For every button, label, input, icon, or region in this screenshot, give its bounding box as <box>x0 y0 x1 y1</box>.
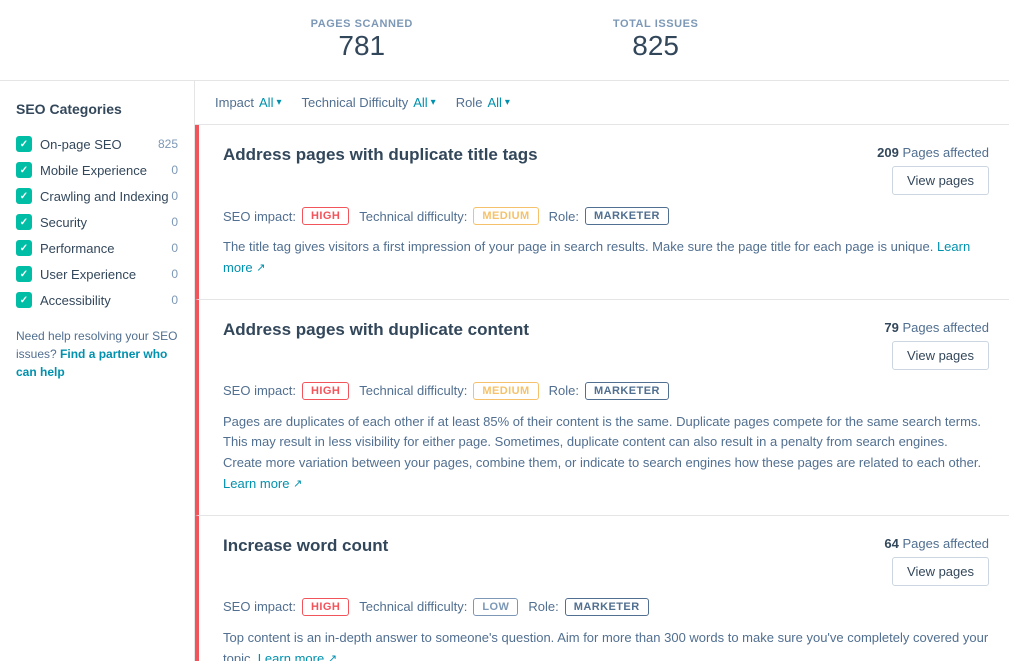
role-chevron-icon: ▾ <box>505 97 510 108</box>
seo-impact-badge-3: HIGH <box>302 598 349 616</box>
issue-description-word-count: Top content is an in-depth answer to som… <box>223 628 989 661</box>
issue-badges-duplicate-content: SEO impact: HIGH Technical difficulty: M… <box>223 382 989 400</box>
issue-meta-right-word-count: 64 Pages affected View pages <box>884 536 989 586</box>
sidebar-item-label-security: Security <box>40 215 87 230</box>
technical-difficulty-group-3: Technical difficulty: LOW <box>359 598 518 616</box>
role-group-2: Role: MARKETER <box>549 382 669 400</box>
external-link-icon-1: ↗ <box>256 262 265 274</box>
issue-meta-right-duplicate-content: 79 Pages affected View pages <box>884 320 989 370</box>
checkbox-icon-accessibility <box>16 292 32 308</box>
issue-title-duplicate-content: Address pages with duplicate content <box>223 320 529 340</box>
checkbox-icon-user-experience <box>16 266 32 282</box>
technical-difficulty-group-1: Technical difficulty: MEDIUM <box>359 207 538 225</box>
issue-badges-word-count: SEO impact: HIGH Technical difficulty: L… <box>223 598 989 616</box>
sidebar-item-crawling-indexing[interactable]: Crawling and Indexing 0 <box>16 183 178 209</box>
seo-impact-badge-2: HIGH <box>302 382 349 400</box>
sidebar-item-count-crawling-indexing: 0 <box>171 189 178 203</box>
sidebar-item-performance[interactable]: Performance 0 <box>16 235 178 261</box>
learn-more-link-2[interactable]: Learn more ↗ <box>223 476 302 491</box>
role-group-1: Role: MARKETER <box>549 207 669 225</box>
sidebar-help: Need help resolving your SEO issues? Fin… <box>16 327 178 381</box>
sidebar-item-user-experience[interactable]: User Experience 0 <box>16 261 178 287</box>
checkbox-icon-crawling-indexing <box>16 188 32 204</box>
role-filter-group: Role All ▾ <box>456 95 510 110</box>
sidebar-item-on-page-seo[interactable]: On-page SEO 825 <box>16 131 178 157</box>
sidebar-item-count-performance: 0 <box>171 241 178 255</box>
checkbox-icon-performance <box>16 240 32 256</box>
view-pages-button-duplicate-title-tags[interactable]: View pages <box>892 166 989 195</box>
view-pages-button-word-count[interactable]: View pages <box>892 557 989 586</box>
technical-difficulty-filter-label: Technical Difficulty <box>302 95 409 110</box>
sidebar-item-count-on-page-seo: 825 <box>158 137 178 151</box>
issue-title-duplicate-title-tags: Address pages with duplicate title tags <box>223 145 538 165</box>
role-filter-dropdown[interactable]: All ▾ <box>487 95 509 110</box>
sidebar-item-mobile-experience[interactable]: Mobile Experience 0 <box>16 157 178 183</box>
seo-impact-group-1: SEO impact: HIGH <box>223 207 349 225</box>
sidebar-item-accessibility[interactable]: Accessibility 0 <box>16 287 178 313</box>
pages-affected-duplicate-content: 79 Pages affected <box>884 320 989 335</box>
sidebar-item-security[interactable]: Security 0 <box>16 209 178 235</box>
sidebar-item-count-mobile-experience: 0 <box>171 163 178 177</box>
content-area: Impact All ▾ Technical Difficulty All ▾ … <box>195 81 1009 661</box>
role-badge-2: MARKETER <box>585 382 669 400</box>
role-badge-1: MARKETER <box>585 207 669 225</box>
impact-filter-label: Impact <box>215 95 254 110</box>
issue-meta-right-duplicate-title-tags: 209 Pages affected View pages <box>877 145 989 195</box>
sidebar: SEO Categories On-page SEO 825 Mobile Ex… <box>0 81 195 661</box>
checkbox-icon-mobile-experience <box>16 162 32 178</box>
issue-card-duplicate-title-tags: Address pages with duplicate title tags … <box>195 125 1009 300</box>
pages-scanned-value: 781 <box>311 30 413 62</box>
technical-difficulty-chevron-icon: ▾ <box>431 97 436 108</box>
technical-difficulty-filter-group: Technical Difficulty All ▾ <box>302 95 436 110</box>
sidebar-item-count-security: 0 <box>171 215 178 229</box>
issue-description-duplicate-title-tags: The title tag gives visitors a first imp… <box>223 237 989 279</box>
issue-card-duplicate-content: Address pages with duplicate content 79 … <box>195 300 1009 516</box>
filter-bar: Impact All ▾ Technical Difficulty All ▾ … <box>195 81 1009 125</box>
role-badge-3: MARKETER <box>565 598 649 616</box>
seo-impact-group-2: SEO impact: HIGH <box>223 382 349 400</box>
role-filter-label: Role <box>456 95 483 110</box>
pages-affected-duplicate-title-tags: 209 Pages affected <box>877 145 989 160</box>
issue-title-word-count: Increase word count <box>223 536 388 556</box>
sidebar-item-label-accessibility: Accessibility <box>40 293 111 308</box>
impact-chevron-icon: ▾ <box>276 97 281 108</box>
pages-affected-word-count: 64 Pages affected <box>884 536 989 551</box>
technical-difficulty-filter-dropdown[interactable]: All ▾ <box>413 95 435 110</box>
sidebar-item-count-accessibility: 0 <box>171 293 178 307</box>
sidebar-item-label-user-experience: User Experience <box>40 267 136 282</box>
sidebar-item-label-performance: Performance <box>40 241 114 256</box>
technical-difficulty-badge-2: MEDIUM <box>473 382 538 400</box>
pages-scanned-stat: PAGES SCANNED 781 <box>311 18 413 62</box>
sidebar-title: SEO Categories <box>16 101 178 117</box>
total-issues-stat: TOTAL ISSUES 825 <box>613 18 698 62</box>
stats-bar: PAGES SCANNED 781 TOTAL ISSUES 825 <box>0 0 1009 81</box>
issue-description-duplicate-content: Pages are duplicates of each other if at… <box>223 412 989 495</box>
impact-filter-dropdown[interactable]: All ▾ <box>259 95 281 110</box>
impact-filter-group: Impact All ▾ <box>215 95 282 110</box>
issues-list: Address pages with duplicate title tags … <box>195 125 1009 661</box>
external-link-icon-3: ↗ <box>328 652 337 661</box>
technical-difficulty-badge-1: MEDIUM <box>473 207 538 225</box>
sidebar-item-count-user-experience: 0 <box>171 267 178 281</box>
sidebar-item-label-mobile-experience: Mobile Experience <box>40 163 147 178</box>
sidebar-item-label-crawling-indexing: Crawling and Indexing <box>40 189 169 204</box>
learn-more-link-3[interactable]: Learn more ↗ <box>258 651 337 661</box>
technical-difficulty-badge-3: LOW <box>473 598 518 616</box>
issue-badges-duplicate-title-tags: SEO impact: HIGH Technical difficulty: M… <box>223 207 989 225</box>
total-issues-label: TOTAL ISSUES <box>613 18 698 30</box>
view-pages-button-duplicate-content[interactable]: View pages <box>892 341 989 370</box>
seo-impact-group-3: SEO impact: HIGH <box>223 598 349 616</box>
pages-scanned-label: PAGES SCANNED <box>311 18 413 30</box>
checkbox-icon-on-page-seo <box>16 136 32 152</box>
role-group-3: Role: MARKETER <box>528 598 648 616</box>
issue-card-word-count: Increase word count 64 Pages affected Vi… <box>195 516 1009 661</box>
technical-difficulty-group-2: Technical difficulty: MEDIUM <box>359 382 538 400</box>
external-link-icon-2: ↗ <box>293 478 302 490</box>
sidebar-item-label-on-page-seo: On-page SEO <box>40 137 122 152</box>
seo-impact-badge-1: HIGH <box>302 207 349 225</box>
total-issues-value: 825 <box>613 30 698 62</box>
checkbox-icon-security <box>16 214 32 230</box>
